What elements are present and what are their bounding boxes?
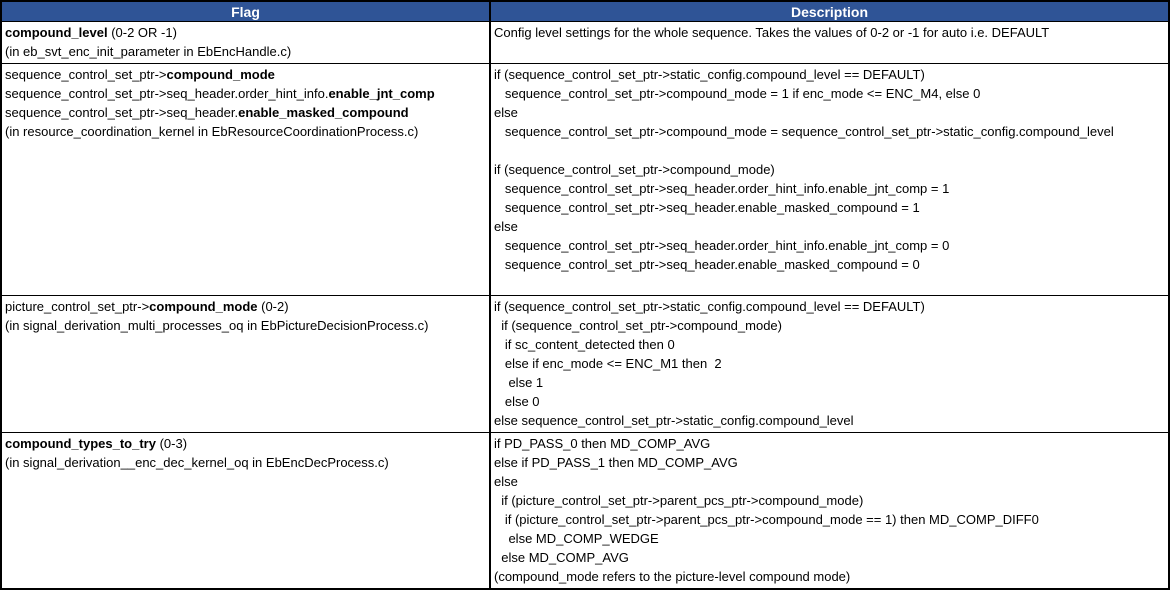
flag-cell: compound_types_to_try (0-3) (in signal_de…: [1, 433, 490, 590]
flag-text: sequence_control_set_ptr->seq_header.: [5, 105, 238, 120]
description-line: sequence_control_set_ptr->seq_header.ena…: [494, 255, 1165, 274]
description-line: else MD_COMP_AVG: [494, 548, 1165, 567]
description-line: else: [494, 103, 1165, 122]
flag-text: (0-3): [156, 436, 187, 451]
flag-text: sequence_control_set_ptr->: [5, 67, 167, 82]
description-cell: Config level settings for the whole sequ…: [490, 22, 1169, 64]
description-line: else 0: [494, 392, 1165, 411]
header-row: Flag Description: [1, 1, 1169, 22]
description-line: if (sequence_control_set_ptr->static_con…: [494, 65, 1165, 84]
column-header-description: Description: [490, 1, 1169, 22]
description-line: if PD_PASS_0 then MD_COMP_AVG: [494, 434, 1165, 453]
table-body: compound_level (0-2 OR -1) (in eb_svt_enc…: [1, 22, 1169, 590]
description-line: if (picture_control_set_ptr->parent_pcs_…: [494, 510, 1165, 529]
flag-line: (in signal_derivation_multi_processes_oq…: [5, 316, 486, 335]
flag-line: sequence_control_set_ptr->compound_mode: [5, 65, 486, 84]
description-line: [494, 274, 1165, 293]
column-header-flag: Flag: [1, 1, 490, 22]
flags-table: Flag Description compound_level (0-2 OR …: [0, 0, 1170, 590]
description-line: if (sequence_control_set_ptr->compound_m…: [494, 316, 1165, 335]
description-cell: if (sequence_control_set_ptr->static_con…: [490, 296, 1169, 433]
table-row: compound_types_to_try (0-3) (in signal_de…: [1, 433, 1169, 590]
table-row: picture_control_set_ptr->compound_mode (…: [1, 296, 1169, 433]
flag-name-bold: enable_jnt_comp: [328, 86, 434, 101]
description-line: else 1: [494, 373, 1165, 392]
flag-cell: picture_control_set_ptr->compound_mode (…: [1, 296, 490, 433]
description-cell: if (sequence_control_set_ptr->static_con…: [490, 64, 1169, 296]
description-line: sequence_control_set_ptr->compound_mode …: [494, 122, 1165, 141]
flag-text: (0-2): [258, 299, 289, 314]
table-row: sequence_control_set_ptr->compound_modes…: [1, 64, 1169, 296]
description-line: else if PD_PASS_1 then MD_COMP_AVG: [494, 453, 1165, 472]
flag-line: picture_control_set_ptr->compound_mode (…: [5, 297, 486, 316]
description-line: else MD_COMP_WEDGE: [494, 529, 1165, 548]
description-line: [494, 141, 1165, 160]
flag-line: (in eb_svt_enc_init_parameter in EbEncHa…: [5, 42, 486, 61]
description-line: sequence_control_set_ptr->seq_header.ord…: [494, 179, 1165, 198]
flag-text: (in signal_derivation__enc_dec_kernel_oq…: [5, 455, 389, 470]
flag-line: (in resource_coordination_kernel in EbRe…: [5, 122, 486, 141]
flag-name-bold: compound_mode: [167, 67, 275, 82]
description-line: else: [494, 217, 1165, 236]
description-cell: if PD_PASS_0 then MD_COMP_AVGelse if PD_…: [490, 433, 1169, 590]
description-line: if (picture_control_set_ptr->parent_pcs_…: [494, 491, 1165, 510]
table-row: compound_level (0-2 OR -1) (in eb_svt_enc…: [1, 22, 1169, 64]
flag-text: (in signal_derivation_multi_processes_oq…: [5, 318, 428, 333]
description-line: if (sequence_control_set_ptr->compound_m…: [494, 160, 1165, 179]
flag-name-bold: compound_types_to_try: [5, 436, 156, 451]
description-line: sequence_control_set_ptr->seq_header.ord…: [494, 236, 1165, 255]
description-line: else: [494, 472, 1165, 491]
flag-line: sequence_control_set_ptr->seq_header.ord…: [5, 84, 486, 103]
description-line: if sc_content_detected then 0: [494, 335, 1165, 354]
flag-line: (in signal_derivation__enc_dec_kernel_oq…: [5, 453, 486, 472]
flag-cell: sequence_control_set_ptr->compound_modes…: [1, 64, 490, 296]
flag-line: compound_level (0-2 OR -1): [5, 23, 486, 42]
flag-text: (0-2 OR -1): [108, 25, 177, 40]
flag-cell: compound_level (0-2 OR -1) (in eb_svt_enc…: [1, 22, 490, 64]
flag-name-bold: enable_masked_compound: [238, 105, 409, 120]
flag-line: compound_types_to_try (0-3): [5, 434, 486, 453]
flag-text: sequence_control_set_ptr->seq_header.ord…: [5, 86, 328, 101]
description-line: else sequence_control_set_ptr->static_co…: [494, 411, 1165, 430]
description-line: if (sequence_control_set_ptr->static_con…: [494, 297, 1165, 316]
description-line: sequence_control_set_ptr->compound_mode …: [494, 84, 1165, 103]
flag-text: picture_control_set_ptr->: [5, 299, 149, 314]
description-line: else if enc_mode <= ENC_M1 then 2: [494, 354, 1165, 373]
flag-name-bold: compound_mode: [149, 299, 257, 314]
description-line: Config level settings for the whole sequ…: [494, 23, 1165, 42]
flag-line: sequence_control_set_ptr->seq_header.ena…: [5, 103, 486, 122]
flag-text: (in resource_coordination_kernel in EbRe…: [5, 124, 418, 139]
description-line: sequence_control_set_ptr->seq_header.ena…: [494, 198, 1165, 217]
description-line: (compound_mode refers to the picture-lev…: [494, 567, 1165, 586]
flag-text: (in eb_svt_enc_init_parameter in EbEncHa…: [5, 44, 291, 59]
flag-name-bold: compound_level: [5, 25, 108, 40]
